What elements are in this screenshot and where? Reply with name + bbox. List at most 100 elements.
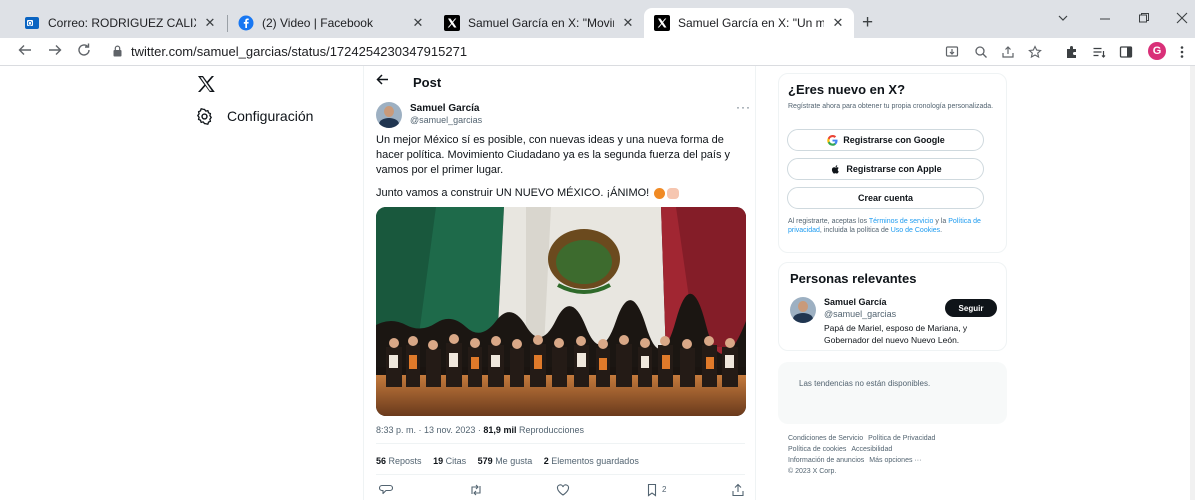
reload-icon[interactable] (76, 42, 92, 63)
bookmark-star-icon[interactable] (1027, 44, 1043, 60)
reposts-stat[interactable]: 56 Reposts (376, 456, 422, 466)
url-text: twitter.com/samuel_garcias/status/172425… (131, 44, 468, 59)
follow-button[interactable]: Seguir (945, 299, 997, 317)
signup-terms: Al registrarte, aceptas los Términos de … (788, 218, 981, 234)
page-title: Post (413, 75, 442, 90)
forward-icon[interactable] (47, 42, 63, 63)
install-app-icon[interactable] (944, 44, 960, 60)
facebook-icon (238, 15, 254, 31)
signup-google-label: Registrarse con Google (843, 135, 945, 145)
post-column: Post Samuel García @samuel_garcias ··· U… (363, 66, 756, 500)
close-window-icon[interactable] (1176, 11, 1188, 27)
bookmarks-stat[interactable]: 2 Elementos guardados (544, 456, 639, 466)
nav-settings[interactable]: Configuración (196, 106, 313, 126)
author-avatar[interactable] (376, 102, 402, 128)
tab-facebook[interactable]: (2) Video | Facebook ✕ (228, 8, 434, 38)
trends-message: Las tendencias no están disponibles. (799, 379, 931, 388)
apple-icon (829, 163, 841, 175)
close-icon[interactable]: ✕ (410, 15, 426, 31)
signup-description: Regístrate ahora para obtener tu propia … (788, 103, 994, 110)
footer-link[interactable]: Política de cookies (788, 446, 846, 453)
browser-toolbar: twitter.com/samuel_garcias/status/172425… (0, 38, 1195, 66)
outlook-icon: O (24, 15, 40, 31)
tab-title: Correo: RODRIGUEZ CALIXTO YE (48, 16, 196, 30)
bookmark-icon[interactable] (644, 482, 660, 498)
author-name[interactable]: Samuel García (410, 103, 479, 114)
address-bar[interactable]: twitter.com/samuel_garcias/status/172425… (103, 39, 935, 65)
repost-icon[interactable] (468, 482, 484, 498)
signup-google-button[interactable]: Registrarse con Google (787, 129, 984, 151)
terms-link[interactable]: Términos de servicio (869, 218, 934, 225)
browser-tabstrip: O Correo: RODRIGUEZ CALIXTO YE ✕ (2) Vid… (0, 0, 1195, 38)
x-icon (654, 15, 670, 31)
signup-card: ¿Eres nuevo en X? Regístrate ahora para … (778, 73, 1007, 253)
back-icon[interactable] (17, 42, 33, 63)
page-scrollbar[interactable] (1190, 66, 1195, 500)
lock-icon (113, 45, 122, 57)
create-account-button[interactable]: Crear cuenta (787, 187, 984, 209)
close-icon[interactable]: ✕ (620, 15, 636, 31)
tweet-text-line: Junto vamos a construir UN NUEVO MÉXICO.… (376, 187, 650, 199)
like-heart-icon[interactable] (555, 482, 571, 498)
share-icon[interactable] (1000, 44, 1016, 60)
close-icon[interactable]: ✕ (830, 15, 846, 31)
x-logo-icon[interactable] (197, 75, 215, 93)
trends-card: Las tendencias no están disponibles. (778, 362, 1007, 424)
bookmark-count: 2 (662, 485, 667, 494)
restore-icon[interactable] (1138, 11, 1150, 27)
profile-avatar[interactable]: G (1148, 42, 1166, 60)
nav-settings-label: Configuración (227, 108, 314, 124)
relevant-people-card: Personas relevantes Samuel García @samue… (778, 262, 1007, 351)
tab-samuel-movimiento[interactable]: Samuel García en X: "Movimiento ✕ (434, 8, 644, 38)
back-arrow-icon[interactable] (376, 73, 389, 91)
footer-link[interactable]: Información de anuncios (788, 457, 864, 464)
hand-emoji-icon (667, 188, 680, 199)
svg-text:O: O (28, 21, 33, 27)
extensions-icon[interactable] (1064, 44, 1080, 60)
tweet-text-second: Junto vamos a construir UN NUEVO MÉXICO.… (376, 186, 748, 201)
signup-apple-label: Registrarse con Apple (846, 164, 942, 174)
footer-link[interactable]: Más opciones ··· (869, 457, 921, 464)
quotes-stat[interactable]: 19 Citas (433, 456, 466, 466)
minimize-icon[interactable] (1099, 11, 1111, 27)
divider (376, 443, 745, 444)
tab-correo[interactable]: O Correo: RODRIGUEZ CALIXTO YE ✕ (14, 8, 226, 38)
more-options-icon[interactable]: ··· (736, 100, 751, 114)
side-panel-icon[interactable] (1118, 44, 1134, 60)
tab-title: Samuel García en X: "Un mejor M (678, 16, 824, 30)
reply-icon[interactable] (378, 482, 394, 498)
share-post-icon[interactable] (730, 482, 746, 498)
footer-link[interactable]: Accesibilidad (851, 446, 892, 453)
likes-stat[interactable]: 579 Me gusta (478, 456, 533, 466)
reading-list-icon[interactable] (1091, 44, 1107, 60)
orange-emoji-icon (654, 188, 666, 199)
tab-samuel-mejor[interactable]: Samuel García en X: "Un mejor M ✕ (644, 8, 854, 38)
tab-search-icon[interactable] (1057, 11, 1069, 27)
person-bio: Papá de Mariel, esposo de Mariana, y Gob… (824, 323, 968, 345)
footer-link[interactable]: Política de Privacidad (868, 435, 935, 442)
post-timestamp: 8:33 p. m. · 13 nov. 2023 · 81,9 mil Rep… (376, 425, 584, 435)
author-handle[interactable]: @samuel_garcias (410, 115, 482, 125)
rally-photo-image (376, 207, 746, 416)
tab-title: (2) Video | Facebook (262, 16, 373, 30)
views-count: 81,9 mil (483, 425, 517, 435)
close-icon[interactable]: ✕ (202, 15, 218, 31)
relevant-people-title: Personas relevantes (790, 271, 917, 286)
cookies-link[interactable]: Uso de Cookies (891, 227, 940, 234)
person-name[interactable]: Samuel García (824, 297, 887, 307)
signup-title: ¿Eres nuevo en X? (788, 82, 906, 97)
post-stats: 56 Reposts 19 Citas 579 Me gusta 2 Eleme… (376, 456, 648, 466)
footer-link[interactable]: Condiciones de Servicio (788, 435, 863, 442)
gear-icon (197, 107, 212, 125)
footer-links: Condiciones de Servicio Política de Priva… (788, 433, 988, 477)
zoom-icon[interactable] (973, 44, 989, 60)
tweet-text: Un mejor México sí es posible, con nueva… (376, 134, 731, 176)
new-tab-button[interactable]: + (862, 13, 873, 32)
post-header: Post (364, 66, 755, 98)
post-photo[interactable] (376, 207, 746, 416)
post-time[interactable]: 8:33 p. m. · 13 nov. 2023 · (376, 425, 481, 435)
signup-apple-button[interactable]: Registrarse con Apple (787, 158, 984, 180)
person-handle[interactable]: @samuel_garcias (824, 309, 896, 319)
menu-kebab-icon[interactable] (1174, 44, 1190, 60)
person-avatar[interactable] (790, 297, 816, 323)
